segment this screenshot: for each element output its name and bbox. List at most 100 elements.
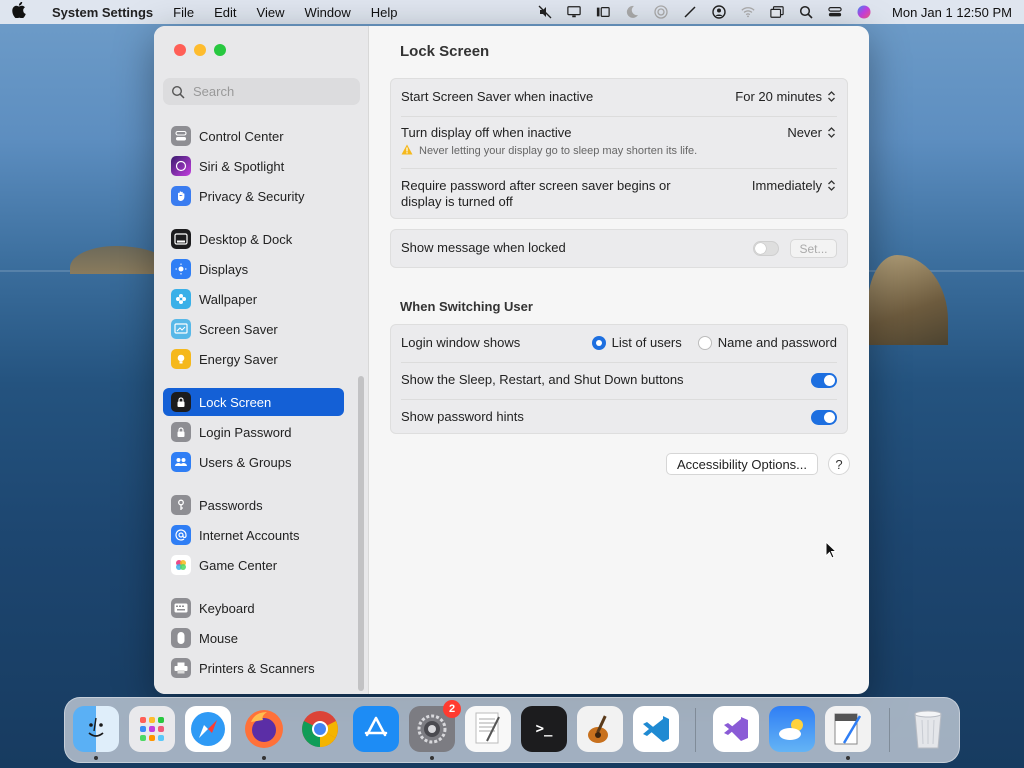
search-icon <box>171 85 185 99</box>
pen-icon[interactable] <box>683 5 697 19</box>
dock-finder-icon[interactable] <box>73 706 119 752</box>
control-center-icon <box>171 126 191 146</box>
dock-launchpad-icon[interactable] <box>129 706 175 752</box>
menu-file[interactable]: File <box>173 5 194 20</box>
zoom-window-button[interactable] <box>214 44 226 56</box>
dock-app-store-icon[interactable] <box>353 706 399 752</box>
control-center-icon[interactable] <box>828 5 842 19</box>
sidebar-item-energy-saver[interactable]: Energy Saver <box>163 345 344 373</box>
sidebar-item-wallpaper[interactable]: Wallpaper <box>163 285 344 313</box>
search-input[interactable] <box>193 84 353 99</box>
display-off-popup[interactable]: Never <box>787 125 837 140</box>
at-icon <box>171 525 191 545</box>
dock-trash-icon[interactable] <box>905 706 951 752</box>
screen-saver-label: Start Screen Saver when inactive <box>401 89 594 104</box>
app-menu-system-settings[interactable]: System Settings <box>52 5 153 20</box>
sidebar-item-mouse[interactable]: Mouse <box>163 624 344 652</box>
menu-view[interactable]: View <box>257 5 285 20</box>
spotlight-search-icon[interactable] <box>799 5 813 19</box>
require-password-row: Require password after screen saver begi… <box>401 178 837 212</box>
radio-selected-indicator <box>591 335 606 350</box>
dock-textedit-icon[interactable] <box>465 706 511 752</box>
airdrop-icon[interactable] <box>654 5 668 19</box>
radio-name-and-password[interactable]: Name and password <box>697 335 837 350</box>
divider <box>401 116 837 117</box>
dock-terminal-icon[interactable]: >_ <box>521 706 567 752</box>
sidebar-scrollbar[interactable] <box>358 376 364 691</box>
apple-menu-icon[interactable] <box>12 1 38 22</box>
divider <box>401 168 837 169</box>
display-off-label: Turn display off when inactive <box>401 125 572 140</box>
sidebar-item-internet-accounts[interactable]: Internet Accounts <box>163 521 344 549</box>
menu-edit[interactable]: Edit <box>214 5 236 20</box>
key-icon <box>171 495 191 515</box>
sidebar-item-screen-saver[interactable]: Screen Saver <box>163 315 344 343</box>
stage-manager-icon[interactable] <box>596 5 610 19</box>
sidebar-item-users-groups[interactable]: Users & Groups <box>163 448 344 476</box>
sidebar-search[interactable] <box>163 78 360 105</box>
dock-garageband-icon[interactable] <box>577 706 623 752</box>
screen-saver-popup[interactable]: For 20 minutes <box>735 89 837 104</box>
require-password-popup[interactable]: Immediately <box>752 178 837 193</box>
dock-firefox-icon[interactable] <box>241 706 287 752</box>
dock-chrome-icon[interactable] <box>297 706 343 752</box>
bulb-icon <box>171 349 191 369</box>
require-password-label: Require password after screen saver begi… <box>401 178 671 209</box>
screen-saver-settings-card: Start Screen Saver when inactive For 20 … <box>390 78 848 219</box>
siri-icon <box>171 156 191 176</box>
radio-list-of-users[interactable]: List of users <box>591 335 682 350</box>
menu-help[interactable]: Help <box>371 5 398 20</box>
siri-icon[interactable] <box>857 5 871 19</box>
set-message-button[interactable]: Set... <box>790 239 837 258</box>
sidebar-item-game-center[interactable]: Game Center <box>163 551 344 579</box>
wifi-icon[interactable] <box>741 5 755 19</box>
main-pane: Lock Screen Start Screen Saver when inac… <box>370 26 869 694</box>
running-indicator <box>846 756 850 760</box>
dock-weather-icon[interactable] <box>769 706 815 752</box>
dock-system-settings-icon[interactable]: 2 <box>409 700 461 752</box>
windows-icon[interactable] <box>770 5 784 19</box>
dock-vscode-icon[interactable] <box>633 706 679 752</box>
sidebar-item-control-center[interactable]: Control Center <box>163 122 344 150</box>
page-title: Lock Screen <box>400 43 490 60</box>
mute-icon[interactable] <box>538 5 552 19</box>
running-indicator <box>94 756 98 760</box>
sun-icon <box>171 259 191 279</box>
sidebar-item-desktop-dock[interactable]: Desktop & Dock <box>163 225 344 253</box>
display-off-row: Turn display off when inactive Never let… <box>401 125 837 157</box>
radio-unselected-indicator <box>697 335 712 350</box>
dock-safari-icon[interactable] <box>185 706 231 752</box>
dock-visual-studio-icon[interactable] <box>713 706 759 752</box>
menubar-clock[interactable]: Mon Jan 1 12:50 PM <box>892 5 1012 20</box>
help-button[interactable]: ? <box>828 453 850 475</box>
display-off-warning: Never letting your display go to sleep m… <box>401 144 697 158</box>
sidebar-item-printers-scanners[interactable]: Printers & Scanners <box>163 654 344 682</box>
sidebar-item-siri-spotlight[interactable]: Siri & Spotlight <box>163 152 344 180</box>
sidebar-item-privacy-security[interactable]: Privacy & Security <box>163 182 344 210</box>
sleep-buttons-toggle[interactable] <box>811 373 837 388</box>
sidebar-item-login-password[interactable]: Login Password <box>163 418 344 446</box>
sidebar: Control Center Siri & Spotlight Privacy … <box>154 26 369 694</box>
lock-icon <box>171 392 191 412</box>
sidebar-item-passwords[interactable]: Passwords <box>163 491 344 519</box>
mouse-icon <box>171 628 191 648</box>
show-message-toggle[interactable] <box>753 241 779 256</box>
display-icon[interactable] <box>567 5 581 19</box>
window-controls <box>174 44 226 56</box>
when-switching-user-title: When Switching User <box>400 299 533 314</box>
password-hints-toggle[interactable] <box>811 410 837 425</box>
minimize-window-button[interactable] <box>194 44 206 56</box>
dock-script-editor-icon[interactable] <box>825 706 871 752</box>
accessibility-options-button[interactable]: Accessibility Options... <box>666 453 818 475</box>
show-message-row: Show message when locked Set... <box>401 239 837 260</box>
menu-window[interactable]: Window <box>304 5 350 20</box>
lock-icon <box>171 422 191 442</box>
sidebar-item-keyboard[interactable]: Keyboard <box>163 594 344 622</box>
user-account-icon[interactable] <box>712 5 726 19</box>
running-indicator <box>262 756 266 760</box>
focus-moon-icon[interactable] <box>625 5 639 19</box>
dock-separator <box>889 708 890 752</box>
sidebar-item-displays[interactable]: Displays <box>163 255 344 283</box>
close-window-button[interactable] <box>174 44 186 56</box>
sidebar-item-lock-screen[interactable]: Lock Screen <box>163 388 344 416</box>
